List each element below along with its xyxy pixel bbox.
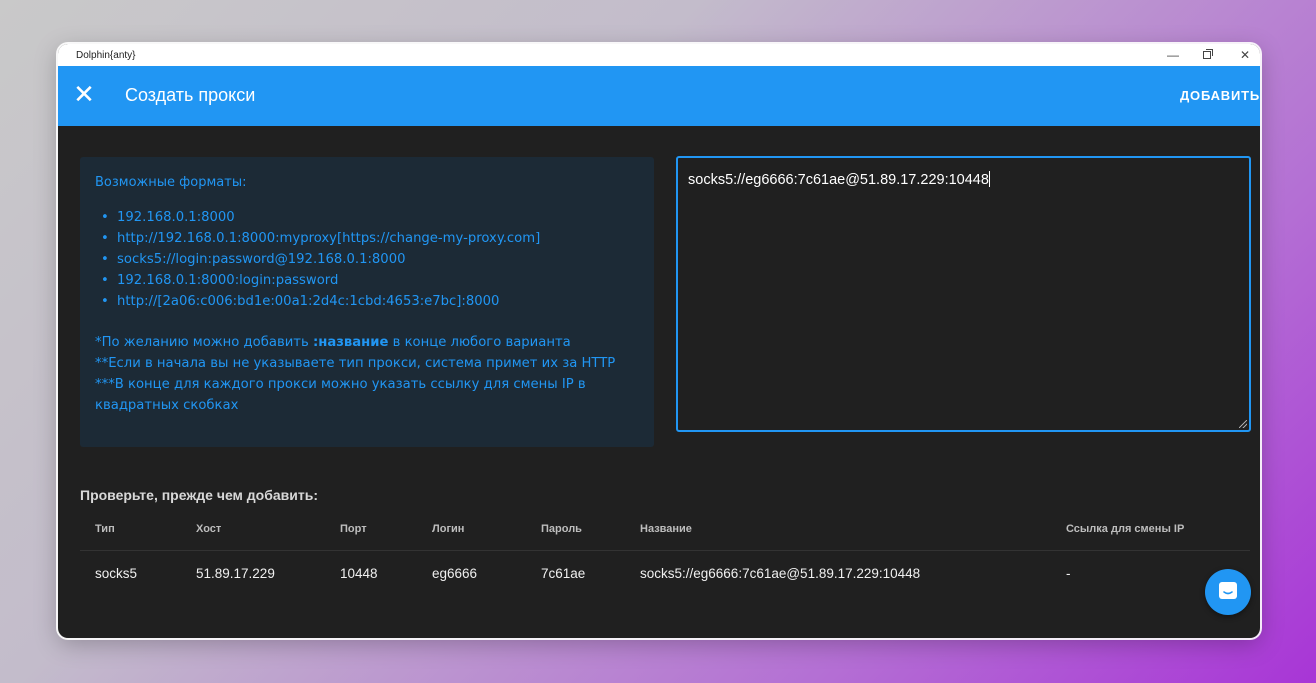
cell-host: 51.89.17.229 <box>196 566 275 581</box>
chat-bubble-icon <box>1219 582 1237 599</box>
resize-grip-icon[interactable] <box>1239 420 1247 428</box>
note-name-prefix: *По желанию можно добавить <box>95 335 313 350</box>
note-name-suffix: в конце любого варианта <box>388 335 571 350</box>
check-title: Проверьте, прежде чем добавить: <box>80 487 319 503</box>
restore-icon <box>1203 49 1213 59</box>
proxy-input[interactable]: socks5://eg6666:7c61ae@51.89.17.229:1044… <box>676 156 1251 432</box>
table-header: Тип Хост Порт Логин Пароль Название Ссыл… <box>80 514 1250 551</box>
cell-login: eg6666 <box>432 566 478 581</box>
cell-ip-link: - <box>1066 566 1071 581</box>
text-caret <box>988 171 990 187</box>
format-item: http://192.168.0.1:8000:myproxy[https://… <box>101 228 639 249</box>
note-ip-link: ***В конце для каждого прокси можно указ… <box>95 377 586 413</box>
formats-heading: Возможные форматы: <box>95 175 247 190</box>
proxy-preview-table: Тип Хост Порт Логин Пароль Название Ссыл… <box>80 514 1250 599</box>
column-header-login: Логин <box>432 523 465 535</box>
note-name: *По желанию можно добавить :название в к… <box>95 332 639 353</box>
formats-list: 192.168.0.1:8000 http://192.168.0.1:8000… <box>95 207 639 312</box>
column-header-password: Пароль <box>541 523 582 535</box>
app-title: Dolphin{anty} <box>76 49 136 61</box>
dialog-header: ✕ Создать прокси ДОБАВИТЬ <box>58 66 1260 126</box>
note-name-bold: :название <box>312 335 389 350</box>
column-header-port: Порт <box>340 523 367 535</box>
format-item: 192.168.0.1:8000:login:password <box>101 270 639 291</box>
cell-password: 7c61ae <box>541 566 586 581</box>
maximize-button[interactable] <box>1194 44 1220 66</box>
format-item: socks5://login:password@192.168.0.1:8000 <box>101 249 639 270</box>
cell-port: 10448 <box>340 566 378 581</box>
title-bar: Dolphin{anty} — ✕ <box>58 44 1260 66</box>
app-window: Dolphin{anty} — ✕ ✕ Создать прокси ДОБАВ… <box>58 44 1260 638</box>
formats-info-panel: Возможные форматы: 192.168.0.1:8000 http… <box>80 157 654 447</box>
dialog-title: Создать прокси <box>125 85 256 105</box>
cell-name: socks5://eg6666:7c61ae@51.89.17.229:1044… <box>640 566 921 581</box>
column-header-type: Тип <box>95 523 115 535</box>
proxy-input-value: socks5://eg6666:7c61ae@51.89.17.229:1044… <box>688 172 989 188</box>
note-http: **Если в начала вы не указываете тип про… <box>95 356 616 371</box>
column-header-host: Хост <box>196 523 222 535</box>
minimize-button[interactable]: — <box>1160 44 1186 66</box>
column-header-name: Название <box>640 523 692 535</box>
format-item: http://[2a06:c006:bd1e:00a1:2d4c:1cbd:46… <box>101 291 639 312</box>
window-close-button[interactable]: ✕ <box>1232 44 1258 66</box>
cell-type: socks5 <box>95 566 138 581</box>
column-header-ip-link: Ссылка для смены IP <box>1066 523 1185 535</box>
minimize-icon: — <box>1167 48 1179 62</box>
table-row: socks5 51.89.17.229 10448 eg6666 7c61ae … <box>80 551 1250 599</box>
support-chat-button[interactable] <box>1205 569 1251 615</box>
window-close-icon: ✕ <box>1239 48 1251 62</box>
format-item: 192.168.0.1:8000 <box>101 207 639 228</box>
add-button[interactable]: ДОБАВИТЬ <box>1180 88 1260 103</box>
close-x-icon[interactable]: ✕ <box>72 82 96 108</box>
